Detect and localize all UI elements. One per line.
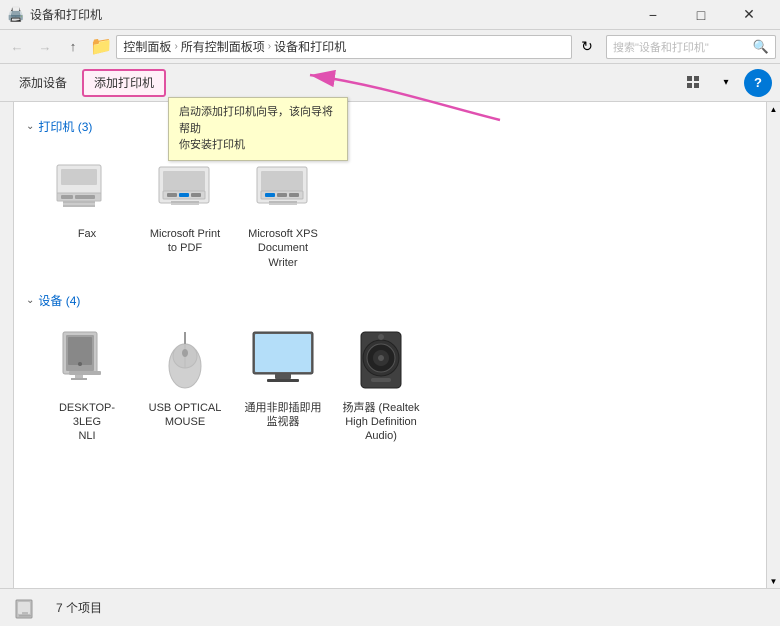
view-button[interactable] [680,69,708,97]
path-part-1: 控制面板 [123,38,171,55]
add-device-button[interactable]: 添加设备 [8,69,78,97]
printers-grid: Fax Microsoft Printto PDF [26,145,754,276]
address-bar: ← → ↑ 📁 控制面板 › 所有控制面板项 › 设备和打印机 ↻ 搜索"设备和… [0,30,780,64]
minimize-button[interactable]: − [630,0,676,30]
search-placeholder: 搜索"设备和打印机" [613,39,709,55]
desktop-label: DESKTOP-3LEGNLI [48,401,126,444]
speaker-icon [345,325,417,397]
separator-1: › [174,41,177,52]
usb-mouse-icon [149,325,221,397]
printers-title: 打印机 (3) [38,118,92,135]
status-bar: 7 个项目 [0,588,780,626]
scroll-up-button[interactable]: ▲ [767,102,780,116]
ms-print-pdf-label: Microsoft Printto PDF [150,227,220,256]
up-button[interactable]: ↑ [60,34,86,60]
device-item-desktop[interactable]: DESKTOP-3LEGNLI [42,319,132,450]
monitor-label: 通用非即插即用监视器 [245,401,322,430]
ms-print-pdf-icon [149,151,221,223]
close-button[interactable]: ✕ [726,0,772,30]
fax-icon [51,151,123,223]
content-area: ⌄ 打印机 (3) Fax [14,102,766,588]
path-part-3: 设备和打印机 [274,38,346,55]
device-item-fax[interactable]: Fax [42,145,132,276]
scroll-down-button[interactable]: ▼ [767,574,780,588]
search-box[interactable]: 搜索"设备和打印机" 🔍 [606,35,776,59]
view-dropdown-button[interactable]: ▾ [712,69,740,97]
device-item-usb-mouse[interactable]: USB OPTICALMOUSE [140,319,230,450]
title-bar: 🖨️ 设备和打印机 − □ ✕ [0,0,780,30]
devices-grid: DESKTOP-3LEGNLI USB OPTICALMOUSE [26,319,754,450]
devices-title: 设备 (4) [38,292,80,309]
device-item-monitor[interactable]: 通用非即插即用监视器 [238,319,328,450]
usb-mouse-label: USB OPTICALMOUSE [149,401,222,430]
view-icon [686,75,702,91]
right-scrollbar: ▲ ▼ [766,102,780,588]
ms-xps-icon [247,151,319,223]
search-icon: 🔍 [753,39,769,55]
device-item-ms-xps[interactable]: Microsoft XPSDocumentWriter [238,145,328,276]
help-button[interactable]: ? [744,69,772,97]
status-icon [12,590,48,626]
printers-chevron[interactable]: ⌄ [26,121,34,132]
speaker-label: 扬声器 (RealtekHigh DefinitionAudio) [342,401,419,444]
location-icon: 📁 [90,36,112,57]
path-part-2: 所有控制面板项 [181,38,265,55]
ms-xps-label: Microsoft XPSDocumentWriter [248,227,318,270]
back-button[interactable]: ← [4,34,30,60]
window-title: 设备和打印机 [30,6,630,23]
refresh-button[interactable]: ↻ [574,34,600,60]
tooltip-line1: 启动添加打印机向导，该向导将帮助 [179,104,337,137]
tooltip-box: 启动添加打印机向导，该向导将帮助 你安装打印机 [168,97,348,161]
tooltip-line2: 你安装打印机 [179,137,337,154]
add-printer-button[interactable]: 添加打印机 [82,69,166,97]
status-count: 7 个项目 [56,599,102,616]
separator-2: › [268,41,271,52]
devices-section-header: ⌄ 设备 (4) [26,292,754,309]
main-area: ⌄ 打印机 (3) Fax [0,102,780,588]
maximize-button[interactable]: □ [678,0,724,30]
device-item-speaker[interactable]: 扬声器 (RealtekHigh DefinitionAudio) [336,319,426,450]
printers-section-header: ⌄ 打印机 (3) [26,118,754,135]
sidebar-panel [0,102,14,588]
forward-button[interactable]: → [32,34,58,60]
device-item-ms-print-pdf[interactable]: Microsoft Printto PDF [140,145,230,276]
toolbar: 添加设备 添加打印机 ▾ ? [0,64,780,102]
desktop-icon [51,325,123,397]
window-icon: 🖨️ [8,7,24,23]
window-controls: − □ ✕ [630,0,772,30]
monitor-icon [247,325,319,397]
devices-chevron[interactable]: ⌄ [26,295,34,306]
fax-label: Fax [78,227,96,241]
address-path[interactable]: 控制面板 › 所有控制面板项 › 设备和打印机 [116,35,572,59]
